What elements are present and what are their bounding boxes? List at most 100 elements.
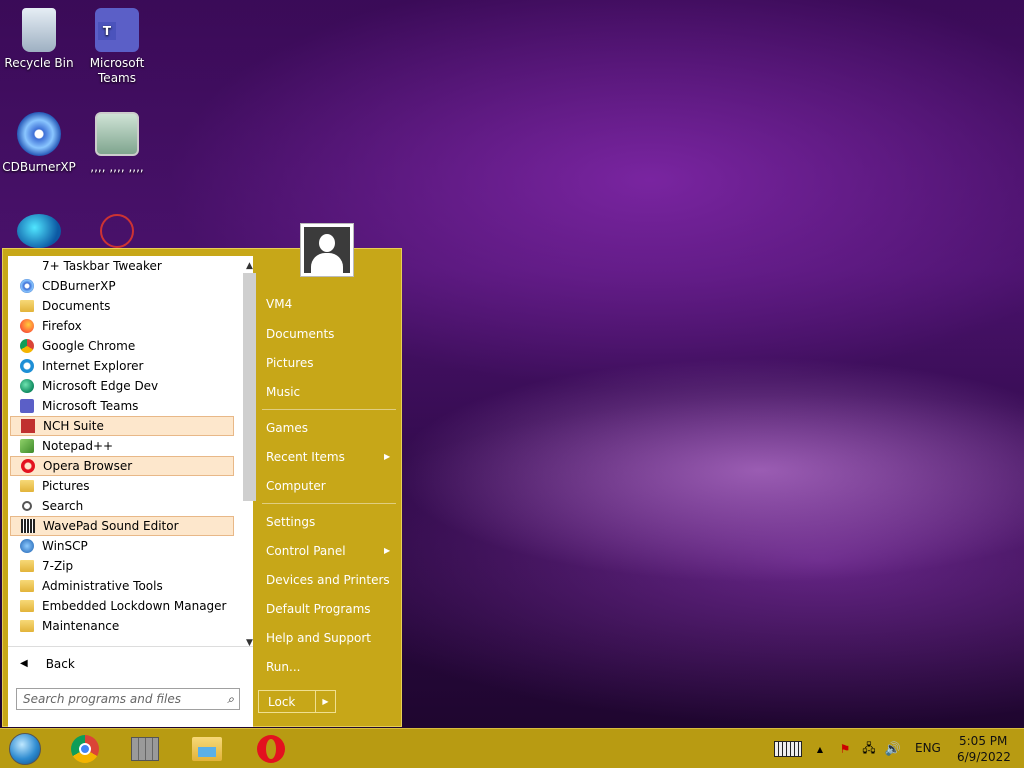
volume-icon[interactable]: 🔊: [884, 733, 902, 765]
program-item[interactable]: Notepad++: [10, 436, 234, 456]
program-item[interactable]: WinSCP: [10, 536, 234, 556]
program-item[interactable]: Microsoft Teams: [10, 396, 234, 416]
touch-keyboard-button[interactable]: [772, 733, 804, 765]
clock-time[interactable]: 5:05 PM: [959, 734, 1007, 748]
user-shortcut-icon: [95, 112, 139, 156]
program-label: Pictures: [42, 479, 90, 493]
program-label: Embedded Lockdown Manager: [42, 599, 227, 613]
program-item[interactable]: Google Chrome: [10, 336, 234, 356]
show-hidden-icons-button[interactable]: ▲: [812, 733, 828, 765]
program-label: Opera Browser: [43, 459, 133, 473]
network-icon[interactable]: 🖧: [860, 733, 878, 765]
program-item[interactable]: NCH Suite: [10, 416, 234, 436]
menu-item-settings[interactable]: Settings: [266, 515, 315, 529]
desktop-icon-edge[interactable]: [1, 214, 77, 252]
programs-scrollbar[interactable]: ▲ ▼: [242, 258, 257, 648]
program-label: WinSCP: [42, 539, 88, 553]
program-item[interactable]: Search: [10, 496, 234, 516]
folder-icon: [19, 478, 35, 494]
app-icon: [100, 214, 134, 248]
program-item[interactable]: WavePad Sound Editor: [10, 516, 234, 536]
program-label: NCH Suite: [43, 419, 104, 433]
chevron-right-icon: ▶: [384, 546, 391, 555]
desktop-icon-user-shortcut[interactable]: ,,,, ,,,, ,,,,: [79, 112, 155, 175]
action-center-icon[interactable]: ⚑: [836, 733, 854, 765]
program-item[interactable]: Microsoft Edge Dev: [10, 376, 234, 396]
scroll-thumb[interactable]: [243, 273, 256, 501]
edge-icon: [17, 214, 61, 248]
back-label: Back: [45, 656, 75, 671]
chrome-icon: [19, 338, 35, 354]
scroll-up-button[interactable]: ▲: [242, 258, 257, 273]
app-grid-icon: [131, 737, 159, 761]
program-item[interactable]: 7-Zip: [10, 556, 234, 576]
search-input[interactable]: Search programs and files ⌕: [16, 688, 240, 710]
desktop-icon-recycle-bin[interactable]: Recycle Bin: [1, 8, 77, 71]
folder-icon: [19, 298, 35, 314]
program-label: Administrative Tools: [42, 579, 163, 593]
program-label: Documents: [42, 299, 111, 313]
clock-date[interactable]: 6/9/2022: [957, 750, 1011, 764]
program-label: WavePad Sound Editor: [43, 519, 179, 533]
program-item[interactable]: Embedded Lockdown Manager: [10, 596, 234, 616]
menu-item-documents[interactable]: Documents: [266, 327, 334, 341]
program-label: Firefox: [42, 319, 82, 333]
menu-item-games[interactable]: Games: [266, 421, 308, 435]
chevron-right-icon: ▶: [384, 452, 391, 461]
folder-icon: [19, 618, 35, 634]
back-button[interactable]: ◀ Back: [8, 646, 253, 680]
menu-item-default-programs[interactable]: Default Programs: [266, 602, 371, 616]
program-label: Search: [42, 499, 84, 513]
programs-list-panel: 7+ Taskbar Tweaker CDBurnerXP Documents Fir…: [8, 256, 256, 648]
lock-options-button[interactable]: ▶: [316, 690, 336, 713]
menu-item-devices-printers[interactable]: Devices and Printers: [266, 573, 390, 587]
menu-item-help-support[interactable]: Help and Support: [266, 631, 371, 645]
teams-icon: [19, 398, 35, 414]
program-item[interactable]: Internet Explorer: [10, 356, 234, 376]
program-label: 7-Zip: [42, 559, 74, 573]
nch-icon: [20, 418, 36, 434]
cdburner-icon: [17, 112, 61, 156]
search-area: Search programs and files ⌕: [8, 679, 253, 727]
start-button[interactable]: [8, 733, 42, 765]
user-avatar[interactable]: [300, 223, 354, 277]
keyboard-icon: [774, 741, 802, 757]
chevron-right-icon: ▶: [322, 697, 329, 706]
menu-item-recent-items[interactable]: Recent Items: [266, 450, 345, 464]
menu-item-music[interactable]: Music: [266, 385, 300, 399]
desktop-icon-app[interactable]: [79, 214, 155, 252]
language-indicator[interactable]: ENG: [915, 741, 941, 755]
menu-item-computer[interactable]: Computer: [266, 479, 326, 493]
desktop-icon-label: Microsoft Teams: [89, 56, 145, 85]
desktop-icon-teams[interactable]: T Microsoft Teams: [79, 8, 155, 86]
search-placeholder: Search programs and files: [23, 692, 181, 706]
menu-item-control-panel[interactable]: Control Panel: [266, 544, 346, 558]
menu-item-user[interactable]: VM4: [266, 297, 292, 311]
program-item[interactable]: CDBurnerXP: [10, 276, 234, 296]
program-item[interactable]: Maintenance: [10, 616, 234, 636]
program-item[interactable]: Documents: [10, 296, 234, 316]
program-item[interactable]: Pictures: [10, 476, 234, 496]
file-explorer-icon: [192, 737, 222, 761]
taskbar-file-explorer[interactable]: [190, 733, 224, 765]
teams-icon: T: [95, 8, 139, 52]
menu-item-pictures[interactable]: Pictures: [266, 356, 314, 370]
program-item[interactable]: Opera Browser: [10, 456, 234, 476]
taskbar-app-grid[interactable]: [128, 733, 162, 765]
firefox-icon: [19, 318, 35, 334]
cdburner-icon: [19, 278, 35, 294]
folder-icon: [19, 598, 35, 614]
taskbar-opera[interactable]: [254, 733, 288, 765]
opera-icon: [257, 735, 285, 763]
program-item[interactable]: Administrative Tools: [10, 576, 234, 596]
search-icon[interactable]: ⌕: [227, 692, 234, 707]
program-item[interactable]: Firefox: [10, 316, 234, 336]
program-label: Maintenance: [42, 619, 120, 633]
program-item[interactable]: 7+ Taskbar Tweaker: [10, 256, 234, 276]
desktop-icon-cdburnerxp[interactable]: CDBurnerXP: [1, 112, 77, 175]
menu-item-run[interactable]: Run...: [266, 660, 300, 674]
lock-button[interactable]: Lock: [258, 690, 316, 713]
tweaker-icon: [19, 258, 35, 274]
taskbar-chrome[interactable]: [68, 733, 102, 765]
desktop-icon-label: Recycle Bin: [4, 56, 74, 70]
